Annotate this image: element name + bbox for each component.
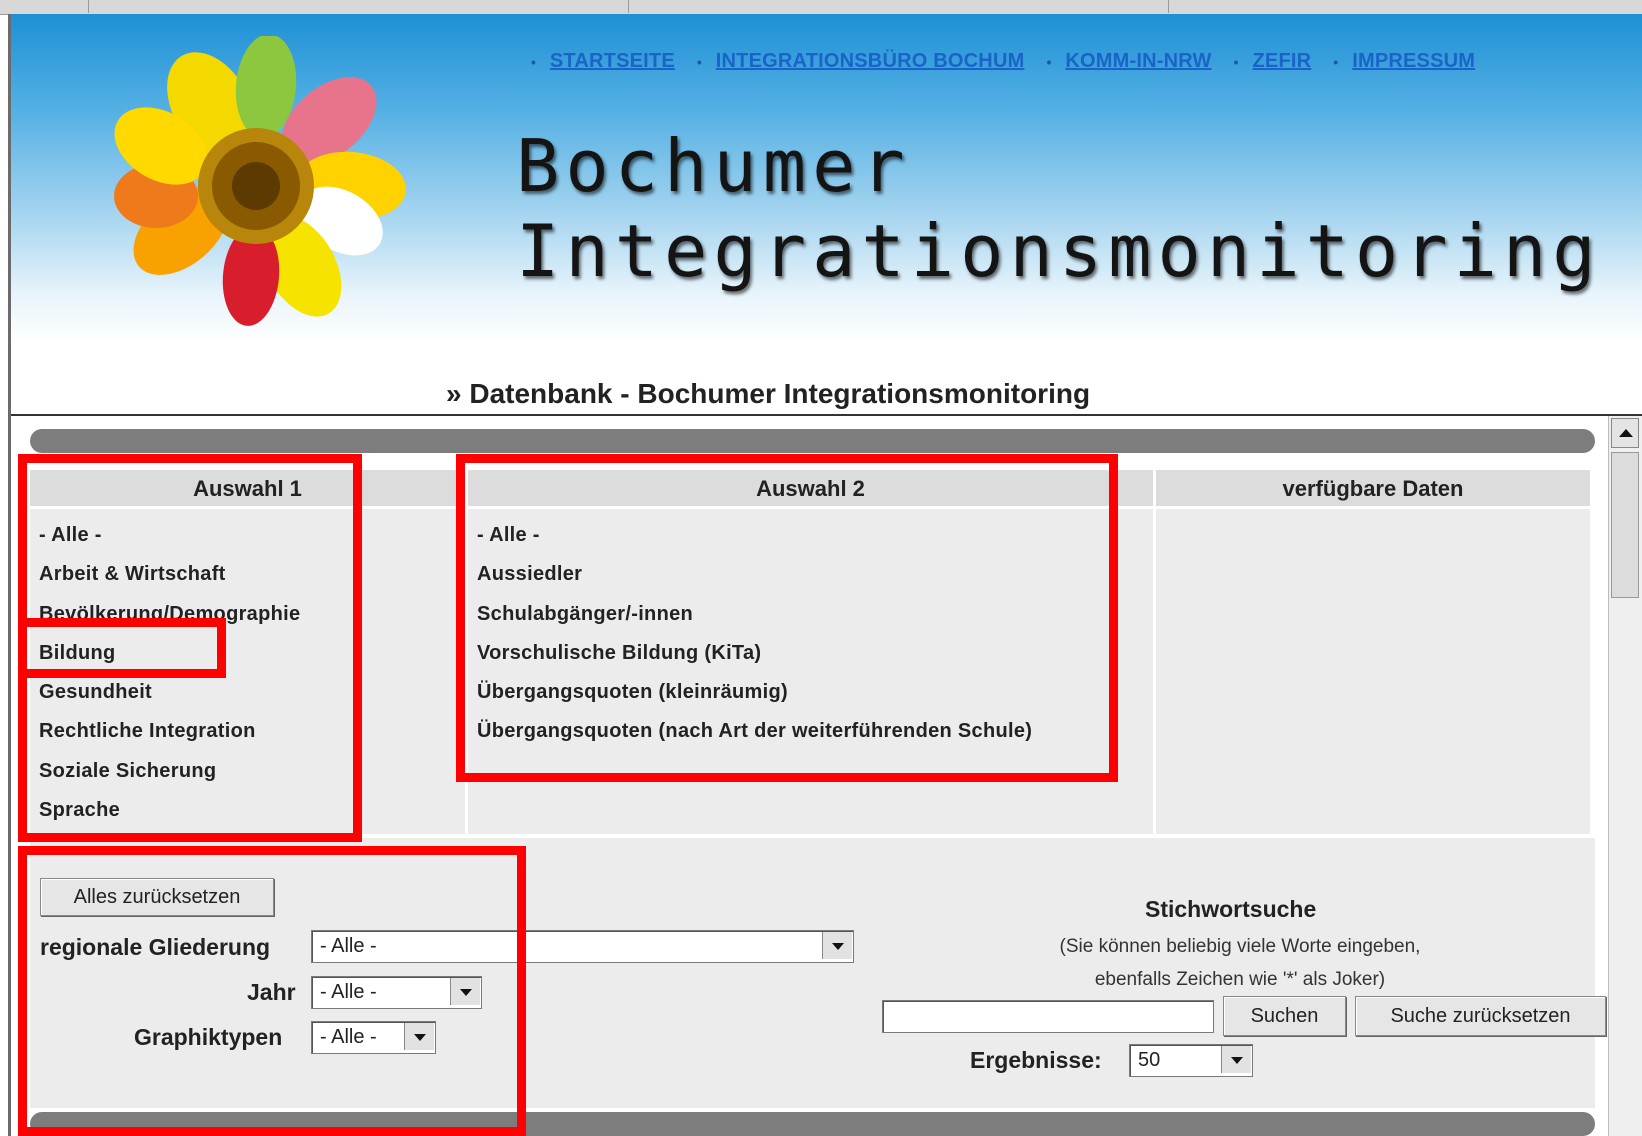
nav-link-startseite[interactable]: STARTSEITE (550, 50, 675, 73)
nav-link-komm-in-nrw[interactable]: KOMM-IN-NRW (1065, 50, 1211, 73)
search-input[interactable] (882, 1000, 1214, 1033)
scrollbar[interactable] (1608, 416, 1642, 1136)
help-line-1: (Sie können beliebig viele Worte eingebe… (1059, 936, 1421, 957)
search-reset-button[interactable]: Suche zurücksetzen (1355, 996, 1606, 1036)
scroll-up-arrow-icon[interactable] (1611, 418, 1639, 448)
highlight-box-bildung (18, 618, 226, 678)
nav-link-impressum[interactable]: IMPRESSUM (1352, 50, 1475, 73)
nav-bullet: • (1333, 53, 1339, 70)
page-title: » Datenbank - Bochumer Integrationsmonit… (446, 378, 1091, 409)
nav-link-integrationsbuero[interactable]: INTEGRATIONSBÜRO BOCHUM (716, 50, 1025, 73)
chevron-down-icon[interactable] (822, 932, 852, 959)
verfuegbare-daten-header: verfügbare Daten (1156, 470, 1590, 509)
nav-bullet: • (696, 53, 702, 70)
search-button[interactable]: Suchen (1223, 996, 1346, 1036)
top-navigation: • STARTSEITE • INTEGRATIONSBÜRO BOCHUM • KO… (531, 50, 1497, 73)
help-line-2: ebenfalls Zeichen wie '*' als Joker) (1094, 969, 1386, 990)
browser-top-strip (0, 0, 1642, 15)
site-title-line2: Integrationsmonitoring (516, 209, 1602, 293)
site-header: • STARTSEITE • INTEGRATIONSBÜRO BOCHUM • KO… (11, 14, 1642, 344)
ergebnisse-label: Ergebnisse: (970, 1047, 1102, 1073)
ergebnisse-select-value: 50 (1138, 1049, 1161, 1071)
site-title-line1: Bochumer (516, 124, 911, 208)
highlight-box-filters (18, 846, 526, 1136)
nav-bullet: • (1046, 53, 1052, 70)
nav-bullet: • (531, 53, 536, 70)
stichwortsuche-title: Stichwortsuche (1145, 896, 1317, 922)
flower-logo (114, 36, 406, 326)
ergebnisse-select[interactable]: 50 (1129, 1044, 1253, 1077)
top-rounded-bar (30, 429, 1595, 453)
verfuegbare-daten-panel: verfügbare Daten (1156, 470, 1590, 834)
highlight-box-auswahl2 (456, 454, 1118, 782)
nav-bullet: • (1233, 53, 1239, 70)
divider (11, 414, 1642, 416)
scroll-thumb[interactable] (1611, 452, 1639, 598)
nav-link-zefir[interactable]: ZEFIR (1253, 50, 1312, 73)
chevron-down-icon[interactable] (1221, 1046, 1251, 1073)
stichwortsuche-help: (Sie können beliebig viele Worte eingebe… (1010, 930, 1470, 996)
